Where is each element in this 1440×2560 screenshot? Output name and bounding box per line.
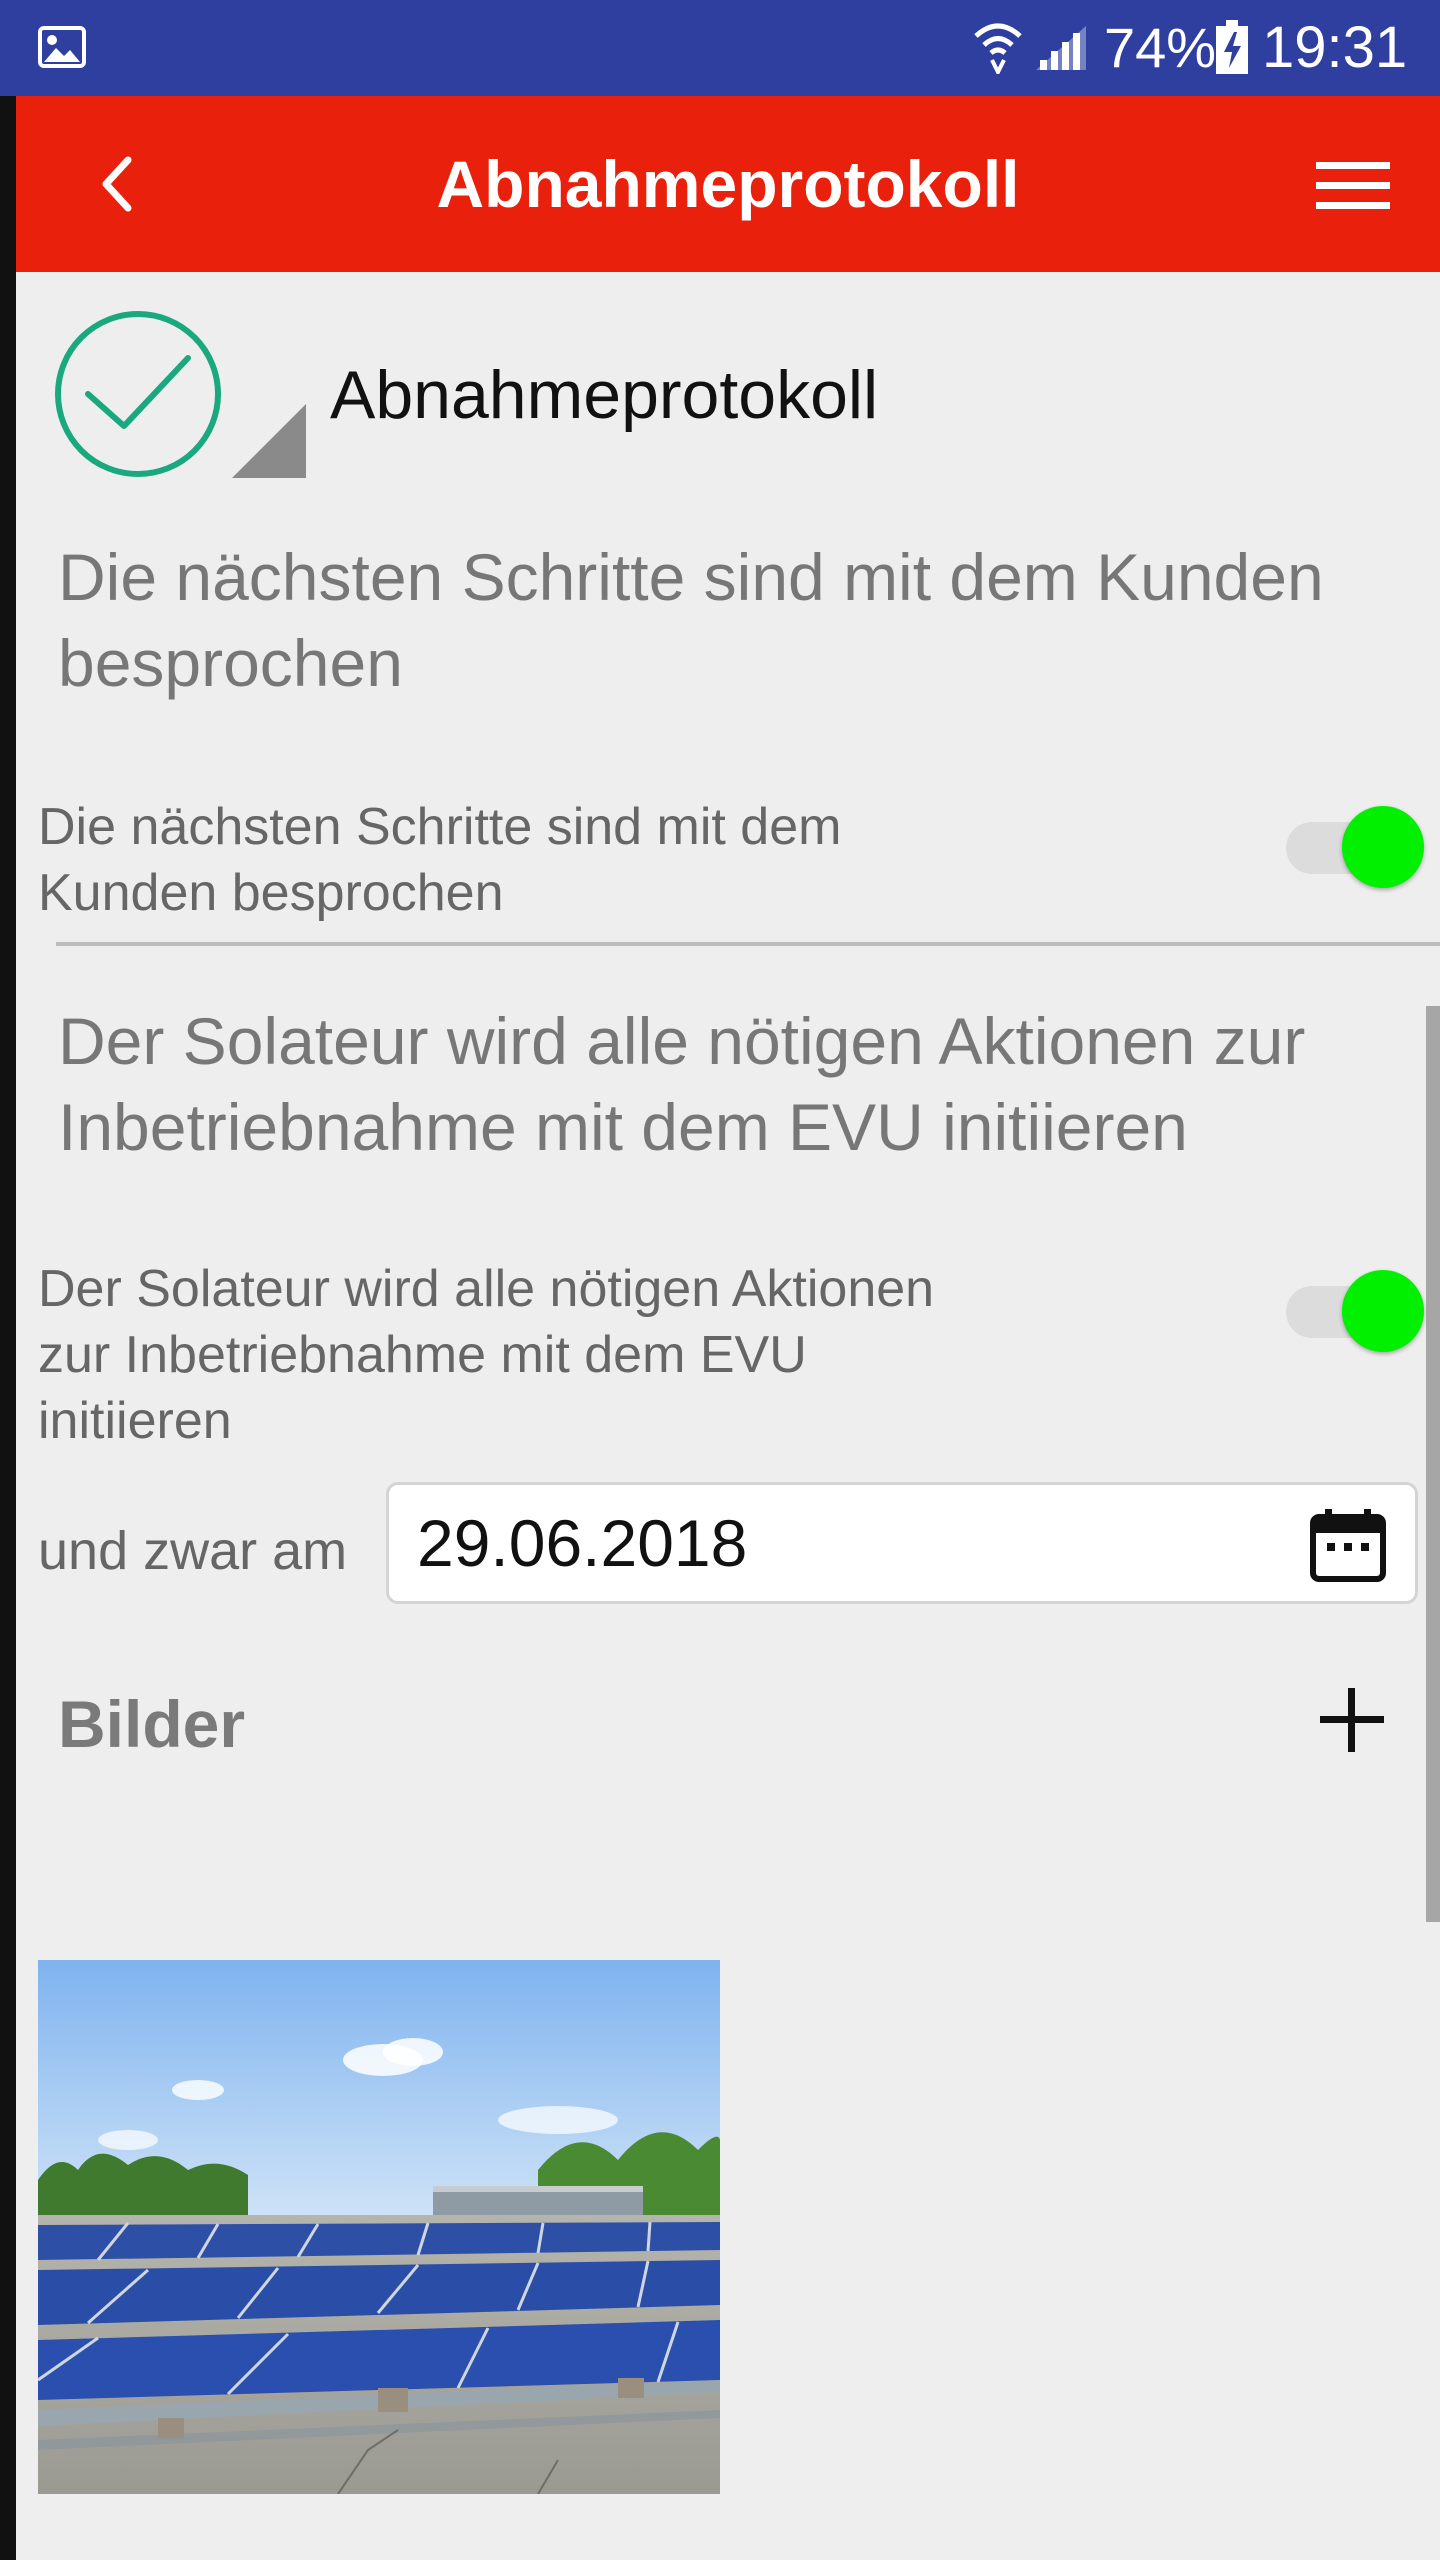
divider (56, 942, 1440, 946)
solar-panel-photo[interactable] (38, 1960, 720, 2494)
plus-icon[interactable] (1316, 1684, 1388, 1756)
solar-panel-photo-graphic (38, 1960, 720, 2494)
toggle-switch[interactable] (1286, 794, 1424, 888)
date-label: und zwar am (38, 1521, 348, 1581)
toggle-knob (1342, 806, 1424, 888)
status-bar: 74% 19:31 (0, 0, 1440, 96)
app-bar: Abnahmeprotokoll (16, 96, 1440, 272)
toggle-label: Der Solateur wird alle nötigen Aktionen … (38, 1260, 935, 1450)
gallery-icon (38, 26, 86, 68)
question-text: Der Solateur wird alle nötigen Aktionen … (58, 1004, 1306, 1164)
toggle-label: Die nächsten Schritte sind mit dem Kunde… (38, 798, 842, 922)
calendar-icon[interactable] (1309, 1507, 1387, 1583)
clock: 19:31 (1262, 15, 1408, 80)
date-value: 29.06.2018 (417, 1506, 748, 1580)
left-edge-strip (0, 96, 16, 2560)
scrollbar[interactable] (1426, 1006, 1440, 1922)
app-bar-title: Abnahmeprotokoll (436, 147, 1020, 221)
section-title: Abnahmeprotokoll (330, 357, 879, 433)
images-section-title: Bilder (58, 1687, 246, 1761)
toggle-knob (1342, 1270, 1424, 1352)
wifi-icon (974, 23, 1022, 74)
expand-corner-icon[interactable] (232, 404, 306, 478)
check-circle-icon (55, 311, 221, 477)
battery-charging-icon (1216, 20, 1248, 74)
date-field[interactable]: 29.06.2018 (386, 1482, 1418, 1604)
signal-icon (1036, 26, 1086, 70)
battery-percent: 74% (1104, 16, 1217, 79)
toggle-switch[interactable] (1286, 1258, 1424, 1352)
hamburger-menu-icon[interactable] (1314, 156, 1392, 216)
question-text: Die nächsten Schritte sind mit dem Kunde… (58, 540, 1324, 700)
chevron-left-icon[interactable] (84, 148, 156, 220)
